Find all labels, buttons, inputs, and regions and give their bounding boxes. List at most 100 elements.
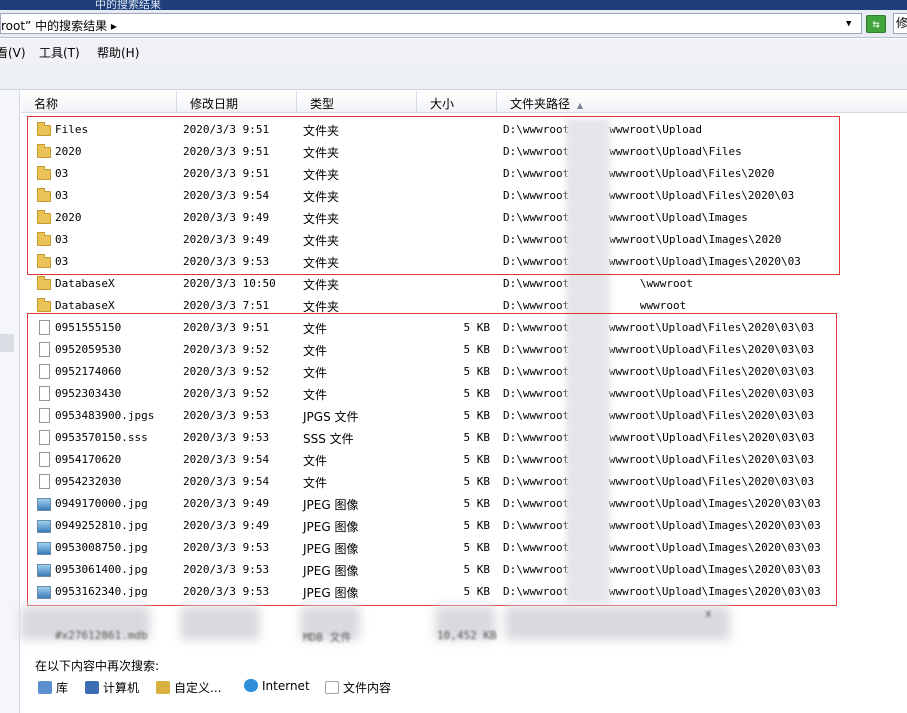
list-item[interactable]: Files 2020/3/3 9:51 文件夹 D:\wwwroot wwwroo… [21,119,907,141]
item-name: 2020 [55,145,82,158]
file-icon [39,386,50,401]
image-icon [37,564,51,577]
list-item[interactable]: 03 2020/3/3 9:51 文件夹 D:\wwwroot\ wwwroot\… [21,163,907,185]
list-item[interactable]: 0953008750.jpg 2020/3/3 9:53 JPEG 图像 5 K… [21,537,907,559]
item-path-end: wwwroot\Upload\Images\2020\03\03 [608,585,821,598]
item-path-end: \wwwroot [639,277,693,290]
image-icon [37,520,51,533]
item-path-start: D:\wwwroot [503,431,570,444]
redaction-blur [505,606,730,640]
chevron-down-icon[interactable]: ▼ [846,19,851,29]
item-type: JPEG 图像 [303,520,359,534]
file-content-icon [325,681,339,694]
column-date[interactable]: 修改日期 [177,91,297,113]
list-item[interactable]: 0954170620 2020/3/3 9:54 文件 5 KB D:\wwwr… [21,449,907,471]
item-type: JPEG 图像 [303,542,359,556]
list-item[interactable]: 2020 2020/3/3 9:49 文件夹 D:\wwwroot\ wwwroo… [21,207,907,229]
column-header: 名称 修改日期 类型 大小 文件夹路径 ▲ [21,91,907,113]
address-field[interactable]: root” 中的搜索结果 ▸ ▼ [0,13,862,34]
item-name: 03 [55,233,69,246]
item-name: 0953483900.jpgs [55,409,155,422]
item-size: 5 KB [463,585,491,598]
list-item[interactable]: 03 2020/3/3 9:54 文件夹 D:\wwwroot\ wwwroot\… [21,185,907,207]
list-item[interactable]: 0953061400.jpg 2020/3/3 9:53 JPEG 图像 5 K… [21,559,907,581]
list-item[interactable]: DatabaseX 2020/3/3 7:51 文件夹 D:\wwwroot\ w… [21,295,907,317]
item-type: JPGS 文件 [303,410,359,424]
list-item[interactable]: 03 2020/3/3 9:53 文件夹 D:\wwwroot\ wwwroot\… [21,251,907,273]
navigation-pane[interactable] [0,90,20,713]
list-item[interactable]: 2020 2020/3/3 9:51 文件夹 D:\wwwroot wwwroot… [21,141,907,163]
item-name: 03 [55,189,69,202]
search-input-text: 修 [896,16,907,30]
item-path-start: D:\wwwroot\ [503,321,576,334]
file-icon [39,320,50,335]
file-icon [39,364,50,379]
item-path-end: wwwroot\Upload\Images [608,211,748,224]
column-folder-path[interactable]: 文件夹路径 ▲ [497,91,907,113]
list-item[interactable]: 0953162340.jpg 2020/3/3 9:53 JPEG 图像 5 K… [21,581,907,603]
list-item[interactable]: 0953570150.sss 2020/3/3 9:53 SSS 文件 5 KB… [21,427,907,449]
item-name: Files [55,123,89,136]
column-type[interactable]: 类型 [297,91,417,113]
item-date: 2020/3/3 10:50 [183,277,276,290]
item-name: 0954170620 [55,453,122,466]
search-input[interactable]: 修 [893,13,907,34]
image-icon [37,498,51,511]
list-item[interactable]: DatabaseX 2020/3/3 10:50 文件夹 D:\wwwroot\… [21,273,907,295]
list-item[interactable]: 0952174060 2020/3/3 9:52 文件 5 KB D:\wwwr… [21,361,907,383]
item-path-start: D:\wwwroot\ [503,189,576,202]
item-size: 5 KB [463,343,491,356]
navigation-selection [0,334,14,352]
item-type: 文件 [303,366,328,380]
refresh-button[interactable]: ⇆ [866,15,886,33]
item-path: D:\wwwroot wwwroot\Upload\Files\2020\03\0… [503,431,815,444]
list-item[interactable]: 0952303430 2020/3/3 9:52 文件 5 KB D:\wwwr… [21,383,907,405]
item-date: 2020/3/3 9:53 [183,563,270,576]
item-date: 2020/3/3 9:53 [183,431,270,444]
item-path-end: wwwroot\Upload\Images\2020\03 [608,255,801,268]
item-path-start: D:\wwwroot\ [503,299,576,312]
item-type: SSS 文件 [303,432,354,446]
folder-icon [37,210,51,224]
search-again-custom[interactable]: 自定义... [156,679,221,696]
item-path-start: D:\wwwroot' [503,409,576,422]
item-type: 文件夹 [303,256,340,270]
search-again-file-contents[interactable]: 文件内容 [325,679,391,696]
item-name: 03 [55,167,69,180]
item-name: 0951555150 [55,321,122,334]
item-path-end: wwwroot\Upload\Files\2020\03\03 [609,431,815,444]
column-size-label: 大小 [430,97,455,111]
list-item[interactable]: 0949252810.jpg 2020/3/3 9:49 JPEG 图像 5 K… [21,515,907,537]
item-path: D:\wwwroot\ wwwroot\Upload\Images\2020\03… [503,497,821,510]
item-path: D:\wwwroot\ wwwroot\Upload\Images\2020\03… [503,541,821,554]
list-item[interactable]: 0951555150 2020/3/3 9:51 文件 5 KB D:\wwwr… [21,317,907,339]
search-again-computer[interactable]: 计算机 [85,679,139,696]
item-date: 2020/3/3 9:53 [183,255,270,268]
item-path: D:\wwwroot\ wwwroot\Upload\Images [503,211,748,224]
list-item[interactable]: 03 2020/3/3 9:49 文件夹 D:\wwwroot wwwroot\U… [21,229,907,251]
file-list: Files 2020/3/3 9:51 文件夹 D:\wwwroot wwwroo… [21,119,907,603]
menu-view[interactable]: 看(V) [0,44,26,61]
menu-tools[interactable]: 工具(T) [39,44,80,61]
list-item[interactable]: 0949170000.jpg 2020/3/3 9:49 JPEG 图像 5 K… [21,493,907,515]
column-size[interactable]: 大小 [417,91,497,113]
partial-item-size: 10,452 KB [437,629,497,642]
library-icon [38,681,52,694]
list-item[interactable]: 0953483900.jpgs 2020/3/3 9:53 JPGS 文件 5 … [21,405,907,427]
item-path-start: D:\wwwroot [503,123,570,136]
list-item[interactable]: 0954232030 2020/3/3 9:54 文件 5 KB D:\wwwr… [21,471,907,493]
item-type: JPEG 图像 [303,564,359,578]
column-name[interactable]: 名称 [21,91,177,113]
item-path-end: wwwroot\Upload\Files\2020 [608,167,775,180]
menu-help[interactable]: 帮助(H) [97,44,139,61]
search-again-internet[interactable]: Internet [244,679,310,693]
search-again-library[interactable]: 库 [38,679,68,696]
list-item[interactable]: 0952059530 2020/3/3 9:52 文件 5 KB D:\wwwr… [21,339,907,361]
item-size: 5 KB [463,541,491,554]
address-bar: root” 中的搜索结果 ▸ ▼ ⇆ 修 [0,10,907,38]
refresh-icon: ⇆ [872,17,880,31]
item-path: D:\wwwroot\ wwwroot\Upload\Images\2020\03… [503,585,821,598]
item-path: D:\wwwroot' wwwroot\Upload\Files\2020\03\… [503,409,814,422]
sort-ascending-icon: ▲ [576,101,583,110]
search-again-library-label: 库 [56,681,69,695]
